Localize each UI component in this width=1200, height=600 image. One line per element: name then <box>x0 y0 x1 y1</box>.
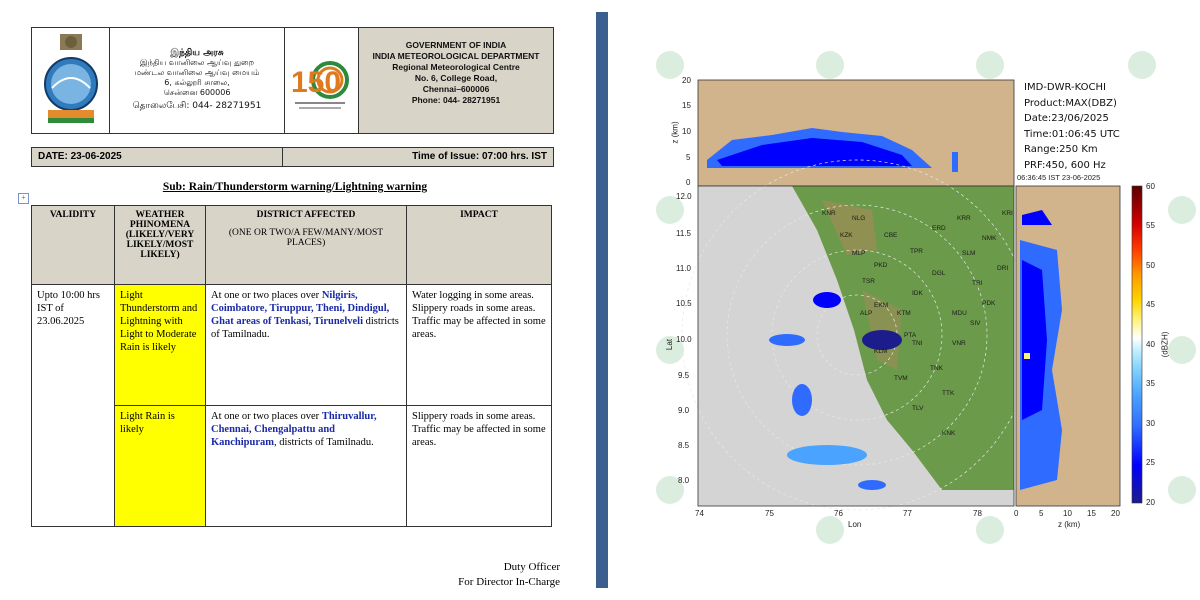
ashoka-emblem-logo <box>44 34 98 123</box>
city-label: TPR <box>910 248 923 255</box>
district-suffix: , districts of Tamilnadu. <box>274 437 374 448</box>
city-label: SIV <box>970 320 981 327</box>
gov-line: Regional Meteorological Centre <box>392 62 520 72</box>
impact-cell: Slippery roads in some areas. Traffic ma… <box>406 405 552 527</box>
emblem-cell <box>32 28 110 133</box>
district-prefix: At one or two places over <box>211 290 322 301</box>
signature-line: For Director In-Charge <box>458 576 560 588</box>
city-label: TTK <box>942 390 955 397</box>
city-label: TNI <box>912 340 923 347</box>
city-label: KZK <box>840 232 853 239</box>
gov-line: INDIA METEOROLOGICAL DEPARTMENT <box>372 51 540 61</box>
col-header-phenomena: WEATHER PHINOMENA (LIKELY/VERY LIKELY/MO… <box>114 205 206 285</box>
issue-time: Time of Issue: 07:00 hrs. IST <box>412 151 547 162</box>
tamil-address: இந்திய அரசு இந்திய வானிலை ஆய்வு துறை மண்… <box>110 48 284 111</box>
letterhead: இந்திய அரசு இந்திய வானிலை ஆய்வு துறை மண்… <box>31 27 554 134</box>
validity-cell: Upto 10:00 hrs IST of 23.06.2025 <box>31 284 115 527</box>
signature-block: Duty Officer For Director In-Charge <box>400 560 560 590</box>
city-label: TSR <box>862 278 875 285</box>
city-label: KLM <box>874 348 888 355</box>
date-bar-divider <box>282 148 283 166</box>
city-label: MDU <box>952 310 967 317</box>
imd-150-logo-cell: 150 <box>285 28 359 133</box>
city-label: SLM <box>962 250 976 257</box>
warning-table: VALIDITY WEATHER PHINOMENA (LIKELY/VERY … <box>31 205 552 527</box>
city-label: KRI <box>1002 210 1013 217</box>
city-labels: KNR KZK MLP PKD TSR EKM KTM IDK ALP PTA KLM TVM NLG C… <box>612 10 1200 595</box>
city-label: MLP <box>852 250 866 257</box>
city-label: PKD <box>874 262 888 269</box>
radar-image-panel: IMD-DWR-KOCHI Product:MAX(DBZ) Date:23/0… <box>612 10 1200 595</box>
tamil-line: மண்டல வானிலை ஆய்வு மையம் <box>134 68 260 77</box>
tamil-line: இந்திய வானிலை ஆய்வு துறை <box>139 58 255 67</box>
gov-address-cell: GOVERNMENT OF INDIA INDIA METEOROLOGICAL… <box>359 28 553 133</box>
signature-line: Duty Officer <box>503 561 560 573</box>
phenomena-cell: Light Rain is likely <box>114 405 206 527</box>
city-label: DRI <box>997 265 1009 272</box>
city-label: TNK <box>930 365 943 372</box>
tamil-line: சென்னை 600006 <box>163 88 231 97</box>
col-header-impact: IMPACT <box>406 205 552 285</box>
col-header-validity: VALIDITY <box>31 205 115 285</box>
city-label: TRI <box>972 280 983 287</box>
gov-line: Chennai–600006 <box>422 84 490 94</box>
impact-item: Traffic may be affected in some areas. <box>412 316 546 340</box>
city-label: IDK <box>912 290 923 297</box>
city-label: KTM <box>897 310 911 317</box>
city-label: TVM <box>894 375 908 382</box>
gov-line: GOVERNMENT OF INDIA <box>405 40 507 50</box>
city-label: NMK <box>982 235 997 242</box>
city-label: ERD <box>932 225 946 232</box>
tamil-line: 6, கல்லூரி சாலை, <box>164 78 230 87</box>
city-label: KNR <box>822 210 836 217</box>
gov-line: Phone: 044- 28271951 <box>411 95 501 105</box>
district-header-title: DISTRICT AFFECTED <box>256 210 356 220</box>
tamil-line: இந்திய அரசு <box>170 48 224 58</box>
table-move-handle-icon[interactable]: + <box>18 193 29 204</box>
city-label: DGL <box>932 270 946 277</box>
district-cell: At one or two places over Nilgiris, Coim… <box>205 284 407 406</box>
impact-item: Slippery roads in some areas. <box>412 303 536 314</box>
impact-item: Slippery roads in some areas. <box>412 411 536 422</box>
tamil-address-cell: இந்திய அரசு இந்திய வானிலை ஆய்வு துறை மண்… <box>110 28 285 133</box>
city-label: ALP <box>860 310 873 317</box>
gov-line: No. 6, College Road, <box>414 73 498 83</box>
issue-date: DATE: 23-06-2025 <box>38 151 122 162</box>
district-cell: At one or two places over Thiruvallur, C… <box>205 405 407 527</box>
date-bar: DATE: 23-06-2025 Time of Issue: 07:00 hr… <box>31 147 554 167</box>
page-divider <box>596 12 608 588</box>
city-label: TLV <box>912 405 924 412</box>
city-label: KNK <box>942 430 956 437</box>
table-header-row: VALIDITY WEATHER PHINOMENA (LIKELY/VERY … <box>31 205 552 285</box>
district-header-sub: (ONE OR TWO/A FEW/MANY/MOST PLACES) <box>228 228 384 248</box>
table-row: Upto 10:00 hrs IST of 23.06.2025 Light T… <box>31 284 552 527</box>
logo-150-text: 150 <box>291 66 341 99</box>
district-prefix: At one or two places over <box>211 411 322 422</box>
city-label: CBE <box>884 232 898 239</box>
impact-cell: Water logging in some areas. Slippery ro… <box>406 284 552 406</box>
city-label: NLG <box>852 215 866 222</box>
subject-line: Sub: Rain/Thunderstorm warning/Lightning… <box>162 181 428 193</box>
imd-150-logo: 150 <box>291 61 349 109</box>
city-label: PDK <box>982 300 996 307</box>
phenomena-cell: Light Thunderstorm and Lightning with Li… <box>114 284 206 406</box>
impact-item: Water logging in some areas. <box>412 290 534 301</box>
city-label: PTA <box>904 332 917 339</box>
col-header-district: DISTRICT AFFECTED (ONE OR TWO/A FEW/MANY… <box>205 205 407 285</box>
impact-item: Traffic may be affected in some areas. <box>412 424 546 448</box>
city-label: VNR <box>952 340 966 347</box>
city-label: EKM <box>874 302 889 309</box>
city-label: KRR <box>957 215 971 222</box>
gov-address: GOVERNMENT OF INDIA INDIA METEOROLOGICAL… <box>359 40 553 106</box>
tamil-phone: தொலைபேசி: 044- 28271951 <box>132 101 262 111</box>
